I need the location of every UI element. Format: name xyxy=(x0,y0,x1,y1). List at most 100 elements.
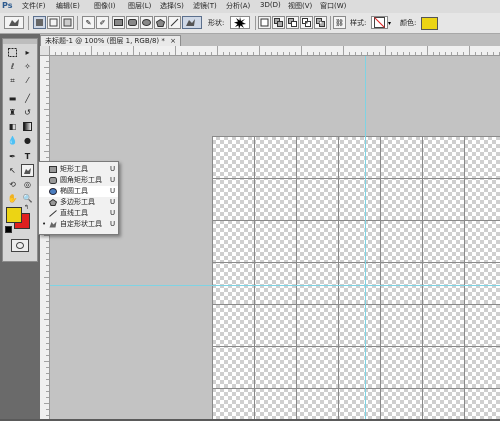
horizontal-ruler-ticks xyxy=(49,46,500,55)
menu-file[interactable]: 文件(F) xyxy=(22,1,46,11)
flyout-item-custom-shape[interactable]: • 自定形状工具 U xyxy=(39,219,118,230)
hand-tool[interactable]: ✋ xyxy=(6,192,19,205)
3d-camera-tool[interactable]: ◎ xyxy=(21,178,34,191)
paths-button[interactable] xyxy=(47,16,60,29)
menu-filter[interactable]: 滤镜(T) xyxy=(193,1,217,11)
separator xyxy=(77,16,78,30)
custom-shape-tool[interactable] xyxy=(21,164,34,177)
droplet-icon: 💧 xyxy=(7,136,18,145)
style-picker[interactable] xyxy=(371,16,388,29)
subtract-mode-button[interactable] xyxy=(286,16,299,29)
add-mode-button[interactable] xyxy=(272,16,285,29)
flyout-item-shortcut: U xyxy=(110,176,116,184)
close-icon[interactable]: × xyxy=(170,37,176,45)
eyedropper-tool[interactable]: ⁄ xyxy=(21,74,34,87)
options-bar: ✎ ✐ 形状: ⛓ 样式: ▾ 颜色: xyxy=(0,13,500,34)
menu-edit[interactable]: 编辑(E) xyxy=(56,1,80,11)
freeform-pen-button[interactable]: ✐ xyxy=(96,16,109,29)
path-selection-tool[interactable]: ↖ xyxy=(6,164,19,177)
magic-wand-icon: ✧ xyxy=(24,62,31,71)
pen-tool-button[interactable]: ✎ xyxy=(82,16,95,29)
rectangle-icon xyxy=(114,19,123,26)
flyout-item-shortcut: U xyxy=(110,165,116,173)
tool-preset-picker[interactable] xyxy=(4,16,24,29)
style-label: 样式: xyxy=(350,19,367,27)
dodge-tool[interactable]: ● xyxy=(21,134,34,147)
marquee-tool[interactable] xyxy=(6,46,19,59)
intersect-mode-button[interactable] xyxy=(300,16,313,29)
pen-tool[interactable]: ✒ xyxy=(6,150,19,163)
menu-analysis[interactable]: 分析(A) xyxy=(226,1,250,11)
flyout-item-shortcut: U xyxy=(110,209,116,217)
brush-tool[interactable]: ╱ xyxy=(21,92,34,105)
shape-picker[interactable] xyxy=(230,16,250,29)
polygon-icon xyxy=(49,199,57,206)
horizontal-guide[interactable] xyxy=(50,285,500,286)
vertical-guide[interactable] xyxy=(365,56,366,419)
separator xyxy=(28,16,29,30)
chevron-down-icon[interactable]: ▾ xyxy=(388,20,391,27)
flyout-item-rectangle[interactable]: 矩形工具 U xyxy=(39,164,118,175)
horizontal-ruler[interactable] xyxy=(49,46,500,56)
new-layer-mode-button[interactable] xyxy=(258,16,271,29)
quick-mask-button[interactable] xyxy=(11,239,29,252)
history-brush-icon: ↺ xyxy=(24,108,31,117)
menu-3d[interactable]: 3D(D) xyxy=(260,1,281,9)
polygon-tool-button[interactable] xyxy=(154,16,167,29)
magnifier-icon: 🔍 xyxy=(22,194,33,203)
move-icon: ▸ xyxy=(25,48,30,57)
toolbox-grip[interactable] xyxy=(3,39,37,44)
shape-layers-icon xyxy=(36,19,43,26)
flyout-item-rounded-rectangle[interactable]: 圆角矩形工具 U xyxy=(39,175,118,186)
link-icon: ⛓ xyxy=(335,18,344,27)
3d-rotate-tool[interactable]: ⟲ xyxy=(6,178,19,191)
menu-select[interactable]: 选择(S) xyxy=(160,1,184,11)
history-brush-tool[interactable]: ↺ xyxy=(21,106,34,119)
menu-image[interactable]: 图像(I) xyxy=(94,1,116,11)
eraser-tool[interactable]: ◧ xyxy=(6,120,19,133)
link-button[interactable]: ⛓ xyxy=(333,16,346,29)
eraser-icon: ◧ xyxy=(8,122,17,131)
bandage-icon: ▬ xyxy=(8,94,17,103)
flyout-item-ellipse[interactable]: 椭圆工具 U xyxy=(39,186,118,197)
magic-wand-tool[interactable]: ✧ xyxy=(21,60,34,73)
separator xyxy=(330,16,331,30)
flyout-item-polygon[interactable]: 多边形工具 U xyxy=(39,197,118,208)
healing-brush-tool[interactable]: ▬ xyxy=(6,92,19,105)
line-tool-button[interactable] xyxy=(168,16,181,29)
exclude-mode-button[interactable] xyxy=(314,16,327,29)
ellipse-icon xyxy=(142,19,151,26)
new-layer-icon xyxy=(260,18,269,27)
menu-layer[interactable]: 图层(L) xyxy=(128,1,151,11)
gradient-tool[interactable] xyxy=(21,120,34,133)
blur-tool[interactable]: 💧 xyxy=(6,134,19,147)
default-colors-icon[interactable] xyxy=(5,226,12,233)
menu-view[interactable]: 视图(V) xyxy=(288,1,312,11)
flyout-item-line[interactable]: 直线工具 U xyxy=(39,208,118,219)
flyout-item-shortcut: U xyxy=(110,198,116,206)
flyout-item-label: 矩形工具 xyxy=(60,165,88,173)
lasso-tool[interactable]: ℓ xyxy=(6,60,19,73)
lasso-icon: ℓ xyxy=(10,62,15,71)
crop-tool[interactable]: ⌗ xyxy=(6,74,19,87)
flyout-item-label: 圆角矩形工具 xyxy=(60,176,102,184)
foreground-color-swatch[interactable] xyxy=(6,207,22,223)
type-tool[interactable]: T xyxy=(21,150,34,163)
brush-icon: ╱ xyxy=(25,94,30,103)
rectangle-tool-button[interactable] xyxy=(112,16,125,29)
ellipse-tool-button[interactable] xyxy=(140,16,153,29)
swap-colors-icon[interactable]: ↰ xyxy=(24,204,29,211)
clone-stamp-tool[interactable]: ♜ xyxy=(6,106,19,119)
ruler-origin[interactable] xyxy=(40,46,50,56)
menu-window[interactable]: 窗口(W) xyxy=(320,1,346,11)
custom-shape-icon xyxy=(186,19,195,26)
rounded-rectangle-tool-button[interactable] xyxy=(126,16,139,29)
shape-layers-button[interactable] xyxy=(33,16,46,29)
color-swatch[interactable] xyxy=(421,17,438,30)
fill-pixels-icon xyxy=(63,18,72,27)
custom-shape-tool-button[interactable] xyxy=(182,16,202,29)
move-tool[interactable]: ▸ xyxy=(21,46,34,59)
fill-pixels-button[interactable] xyxy=(61,16,74,29)
rounded-rectangle-icon xyxy=(128,19,137,26)
gradient-icon xyxy=(23,122,32,131)
